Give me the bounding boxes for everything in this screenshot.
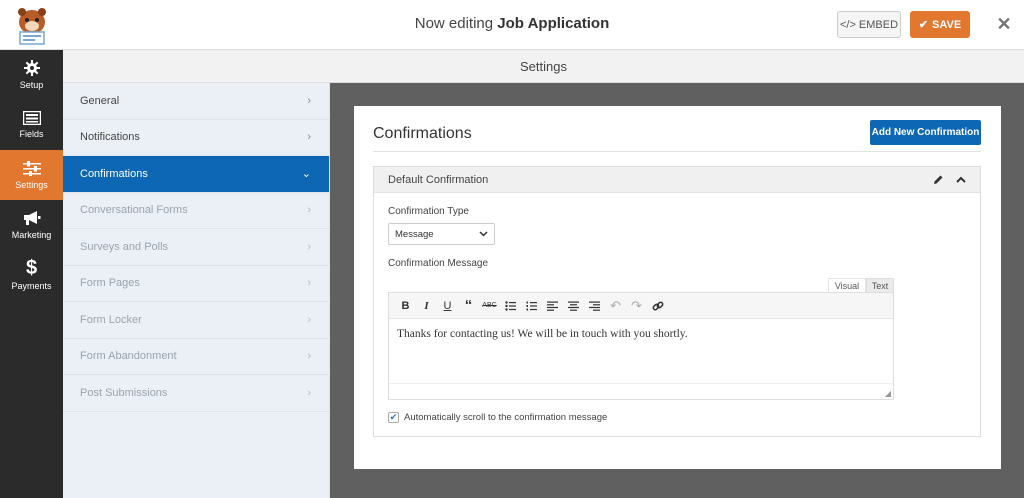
editor-content[interactable]: Thanks for contacting us! We will be in … — [389, 319, 893, 349]
sidebar-item-fields[interactable]: Fields — [0, 100, 63, 150]
sidebar-item-settings[interactable]: Settings — [0, 150, 63, 200]
confirmation-type-select[interactable]: Message — [388, 223, 495, 245]
tab-visual[interactable]: Visual — [828, 278, 866, 293]
chevron-up-icon[interactable] — [956, 176, 966, 183]
sidebar-item-label: Marketing — [11, 230, 52, 240]
add-new-confirmation-button[interactable]: Add New Confirmation — [870, 120, 981, 145]
auto-scroll-option: ✔ Automatically scroll to the confirmati… — [388, 412, 607, 423]
nav-item-confirmations[interactable]: Confirmations ⌄ — [63, 156, 329, 193]
nav-item-label: Surveys and Polls — [80, 240, 169, 253]
message-editor[interactable]: B I U “ ABC ↶ ↷ Thanks for contacting us… — [388, 292, 894, 400]
italic-icon[interactable]: I — [416, 295, 437, 317]
nav-item-label: General — [80, 94, 120, 107]
nav-item-label: Conversational Forms — [80, 204, 188, 217]
sidebar-item-label: Settings — [15, 179, 48, 190]
select-value: Message — [395, 228, 434, 240]
form-name: Job Application — [497, 15, 610, 32]
nav-item-label: Form Abandonment — [80, 350, 177, 363]
confirmation-type-label: Confirmation Type — [388, 206, 469, 217]
sidebar-item-label: Fields — [19, 129, 44, 139]
confirmation-name: Default Confirmation — [388, 173, 489, 186]
divider — [373, 151, 981, 152]
sidebar-item-label: Payments — [11, 281, 52, 291]
nav-item-label: Form Locker — [80, 313, 142, 326]
tab-text[interactable]: Text — [866, 278, 894, 293]
chevron-right-icon: › — [307, 350, 311, 363]
chevron-right-icon: › — [307, 94, 311, 107]
close-icon[interactable]: ✕ — [993, 13, 1015, 35]
link-icon[interactable] — [647, 295, 668, 317]
save-button[interactable]: ✔ SAVE — [910, 11, 970, 38]
confirmation-message-label: Confirmation Message — [388, 258, 489, 269]
embed-button[interactable]: </> EMBED — [837, 11, 901, 38]
auto-scroll-label: Automatically scroll to the confirmation… — [404, 412, 608, 423]
nav-item-post-submissions[interactable]: Post Submissions › — [63, 375, 329, 412]
confirmation-box: Default Confirmation Confirmation Type M… — [373, 166, 981, 437]
confirmations-panel: Confirmations Add New Confirmation Defau… — [354, 106, 1001, 469]
nav-item-label: Form Pages — [80, 277, 140, 290]
top-bar: Now editing Job Application </> EMBED ✔ … — [0, 0, 1024, 50]
bullet-list-icon[interactable] — [500, 295, 521, 317]
code-icon: </> — [839, 18, 856, 31]
nav-item-label: Confirmations — [80, 167, 148, 180]
undo-icon[interactable]: ↶ — [605, 295, 626, 317]
auto-scroll-checkbox[interactable]: ✔ — [388, 412, 399, 423]
bold-icon[interactable]: B — [395, 295, 416, 317]
blockquote-icon[interactable]: “ — [458, 295, 479, 317]
panel-title: Confirmations — [373, 125, 472, 142]
pencil-icon[interactable] — [933, 174, 944, 185]
nav-item-form-abandonment[interactable]: Form Abandonment › — [63, 339, 329, 375]
chevron-right-icon: › — [307, 204, 311, 217]
nav-item-general[interactable]: General › — [63, 83, 329, 120]
nav-item-form-locker[interactable]: Form Locker › — [63, 302, 329, 339]
nav-item-surveys-polls[interactable]: Surveys and Polls › — [63, 229, 329, 266]
underline-icon[interactable]: U — [437, 295, 458, 317]
chevron-right-icon: › — [307, 131, 311, 144]
chevron-down-icon: ⌄ — [301, 168, 311, 181]
settings-nav: General › Notifications › Confirmations … — [63, 83, 330, 498]
nav-item-notifications[interactable]: Notifications › — [63, 120, 329, 156]
megaphone-icon — [23, 211, 40, 225]
nav-item-conversational-forms[interactable]: Conversational Forms › — [63, 193, 329, 229]
save-label: SAVE — [932, 18, 962, 31]
redo-icon[interactable]: ↷ — [626, 295, 647, 317]
confirmation-box-header[interactable]: Default Confirmation — [374, 167, 980, 193]
align-right-icon[interactable] — [584, 295, 605, 317]
settings-header: Settings — [63, 50, 1024, 83]
check-icon: ✔ — [918, 19, 929, 31]
editor-toolbar: B I U “ ABC ↶ ↷ — [389, 293, 893, 319]
nav-item-form-pages[interactable]: Form Pages › — [63, 266, 329, 302]
dollar-icon: $ — [25, 257, 38, 279]
sidebar-item-setup[interactable]: Setup — [0, 50, 63, 100]
chevron-right-icon: › — [307, 277, 311, 290]
builder-sidebar: Setup Fields Settings Marketing $ Paymen… — [0, 50, 63, 498]
gear-icon — [23, 60, 40, 76]
chevron-right-icon: › — [307, 313, 311, 326]
fields-icon — [22, 111, 41, 125]
divider — [389, 383, 893, 384]
chevron-down-icon — [479, 231, 488, 237]
chevron-right-icon: › — [307, 240, 311, 253]
sidebar-item-label: Setup — [19, 80, 44, 90]
resize-handle-icon[interactable]: ◢ — [885, 389, 891, 398]
sidebar-item-payments[interactable]: $ Payments — [0, 250, 63, 300]
strikethrough-icon[interactable]: ABC — [479, 295, 500, 317]
align-center-icon[interactable] — [563, 295, 584, 317]
sidebar-item-marketing[interactable]: Marketing — [0, 200, 63, 250]
numbered-list-icon[interactable] — [521, 295, 542, 317]
nav-item-label: Notifications — [80, 131, 140, 144]
chevron-right-icon: › — [307, 386, 311, 399]
title-prefix: Now editing — [414, 15, 494, 32]
align-left-icon[interactable] — [542, 295, 563, 317]
nav-item-label: Post Submissions — [80, 386, 168, 399]
sliders-icon — [22, 160, 41, 176]
embed-label: EMBED — [858, 18, 899, 31]
